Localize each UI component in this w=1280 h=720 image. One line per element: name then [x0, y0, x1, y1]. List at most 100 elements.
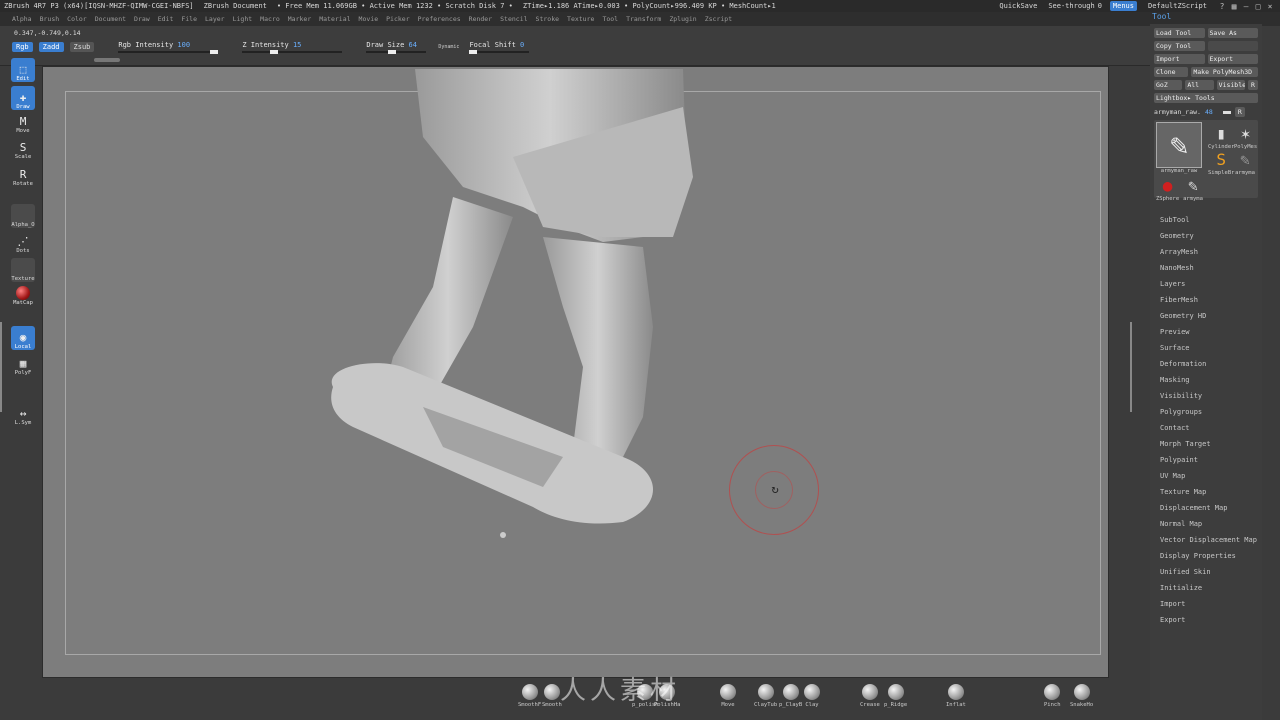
local-button[interactable]: ◉ Local [11, 326, 35, 350]
alpha-button[interactable]: Alpha_O [11, 204, 35, 228]
tool-menu-display-properties[interactable]: Display Properties [1160, 548, 1257, 564]
save-as-button[interactable]: Save As [1207, 28, 1258, 38]
maximize-icon[interactable]: □ [1254, 2, 1262, 11]
right-tray-handle[interactable] [1126, 322, 1132, 412]
scale-button[interactable]: S Scale [11, 136, 35, 161]
tool-menu-surface[interactable]: Surface [1160, 340, 1257, 356]
menu-picker[interactable]: Picker [386, 15, 409, 23]
brush-smooth[interactable]: Smooth [542, 684, 562, 708]
menu-color[interactable]: Color [67, 15, 87, 23]
zadd-button[interactable]: Zadd [38, 42, 64, 52]
tool-menu-fibermesh[interactable]: FiberMesh [1160, 292, 1257, 308]
left-tray-handle[interactable] [0, 322, 6, 412]
menu-edit[interactable]: Edit [158, 15, 174, 23]
r-button[interactable]: R [1247, 80, 1258, 90]
brush-claytub[interactable]: ClayTub [754, 684, 777, 708]
tool-menu-contact[interactable]: Contact [1160, 420, 1257, 436]
draw-button[interactable]: ✚ Draw [11, 86, 35, 110]
clone-button[interactable]: Clone [1154, 67, 1189, 77]
polyframe-button[interactable]: ▦ PolyF [11, 352, 35, 377]
menu-draw[interactable]: Draw [134, 15, 150, 23]
brush-smoothf[interactable]: SmoothF [518, 684, 541, 708]
brush-move[interactable]: Move [720, 684, 736, 708]
paste-tool-button[interactable] [1207, 41, 1258, 51]
thumb-armyman-3[interactable]: ✎ armyma [1182, 174, 1204, 203]
rgb-button[interactable]: Rgb [12, 42, 33, 52]
menu-stencil[interactable]: Stencil [500, 15, 527, 23]
brush-pinch[interactable]: Pinch [1044, 684, 1061, 708]
thumb-armyman-2[interactable]: ✎ armyma [1234, 148, 1256, 177]
tool-menu-geometry[interactable]: Geometry [1160, 228, 1257, 244]
brush-p_ridge[interactable]: p_Ridge [884, 684, 907, 708]
menu-file[interactable]: File [181, 15, 197, 23]
tool-menu-preview[interactable]: Preview [1160, 324, 1257, 340]
brush-inflat[interactable]: Inflat [946, 684, 966, 708]
all-button[interactable]: All [1185, 80, 1214, 90]
move-button[interactable]: M Move [11, 110, 35, 135]
tool-menu-deformation[interactable]: Deformation [1160, 356, 1257, 372]
menu-layer[interactable]: Layer [205, 15, 225, 23]
tool-menu-nanomesh[interactable]: NanoMesh [1160, 260, 1257, 276]
focal-shift-slider[interactable]: Focal Shift 0 [469, 41, 530, 54]
brush-crease[interactable]: Crease [860, 684, 880, 708]
tool-menu-layers[interactable]: Layers [1160, 276, 1257, 292]
goz-button[interactable]: GoZ [1154, 80, 1183, 90]
tool-menu-polygroups[interactable]: Polygroups [1160, 404, 1257, 420]
tool-menu-import[interactable]: Import [1160, 596, 1257, 612]
menu-material[interactable]: Material [319, 15, 350, 23]
help-icon[interactable]: ? [1218, 2, 1226, 11]
tool-menu-vector-displacement-map[interactable]: Vector Displacement Map [1160, 532, 1257, 548]
copy-tool-button[interactable]: Copy Tool [1154, 41, 1205, 51]
brush-p_clayb[interactable]: p_ClayB [779, 684, 802, 708]
dynamic-toggle[interactable]: Dynamic [438, 44, 459, 50]
layout-icon[interactable]: ▦ [1230, 2, 1238, 11]
visible-button[interactable]: Visible [1216, 80, 1245, 90]
menu-zplugin[interactable]: Zplugin [669, 15, 696, 23]
load-tool-button[interactable]: Load Tool [1154, 28, 1205, 38]
import-button[interactable]: Import [1154, 54, 1205, 64]
thumb-polymesh[interactable]: ✶ PolyMes [1234, 122, 1257, 151]
stroke-button[interactable]: ⋰ Dots [11, 230, 35, 255]
menu-macro[interactable]: Macro [260, 15, 280, 23]
rgb-intensity-slider[interactable]: Rgb Intensity 100 [118, 41, 219, 54]
tool-menu-arraymesh[interactable]: ArrayMesh [1160, 244, 1257, 260]
menu-document[interactable]: Document [95, 15, 126, 23]
tool-menu-unified-skin[interactable]: Unified Skin [1160, 564, 1257, 580]
tool-menu-initialize[interactable]: Initialize [1160, 580, 1257, 596]
lsym-button[interactable]: ↔ L.Sym [11, 402, 35, 427]
edit-button[interactable]: ⬚ Edit [11, 58, 35, 82]
texture-button[interactable]: Texture [11, 258, 35, 282]
thumb-zsphere[interactable]: ● ZSphere [1156, 174, 1179, 203]
thumb-armyman[interactable]: ✎ armyman_raw [1156, 122, 1202, 174]
menu-render[interactable]: Render [469, 15, 492, 23]
menu-alpha[interactable]: Alpha [12, 15, 32, 23]
current-tool-slider[interactable]: armyman_raw. 48 R [1154, 107, 1258, 117]
see-through-slider[interactable]: See-through 0 [1048, 2, 1102, 10]
rotate-button[interactable]: R Rotate [11, 163, 35, 188]
canvas-viewport[interactable]: ↻ [42, 66, 1109, 678]
tool-menu-subtool[interactable]: SubTool [1160, 212, 1257, 228]
menu-zscript[interactable]: Zscript [705, 15, 732, 23]
menu-movie[interactable]: Movie [359, 15, 379, 23]
menu-brush[interactable]: Brush [40, 15, 60, 23]
menu-tool[interactable]: Tool [602, 15, 618, 23]
brush-clay[interactable]: Clay [804, 684, 820, 708]
menu-preferences[interactable]: Preferences [418, 15, 461, 23]
material-button[interactable]: MatCap [11, 282, 35, 306]
menu-light[interactable]: Light [233, 15, 253, 23]
tool-menu-export[interactable]: Export [1160, 612, 1257, 628]
tool-menu-uv-map[interactable]: UV Map [1160, 468, 1257, 484]
menu-transform[interactable]: Transform [626, 15, 661, 23]
z-intensity-slider[interactable]: Z Intensity 15 [242, 41, 343, 54]
shelf-scrollbar[interactable] [94, 58, 120, 62]
tool-menu-polypaint[interactable]: Polypaint [1160, 452, 1257, 468]
menu-marker[interactable]: Marker [288, 15, 311, 23]
tool-menu-visibility[interactable]: Visibility [1160, 388, 1257, 404]
menu-stroke[interactable]: Stroke [536, 15, 559, 23]
make-polymesh-button[interactable]: Make PolyMesh3D [1191, 67, 1258, 77]
tool-menu-geometry-hd[interactable]: Geometry HD [1160, 308, 1257, 324]
minimize-icon[interactable]: – [1242, 2, 1250, 11]
zsub-button[interactable]: Zsub [69, 42, 95, 52]
export-button[interactable]: Export [1207, 54, 1258, 64]
thumb-cylinder[interactable]: ▮ Cylinder [1208, 122, 1235, 151]
